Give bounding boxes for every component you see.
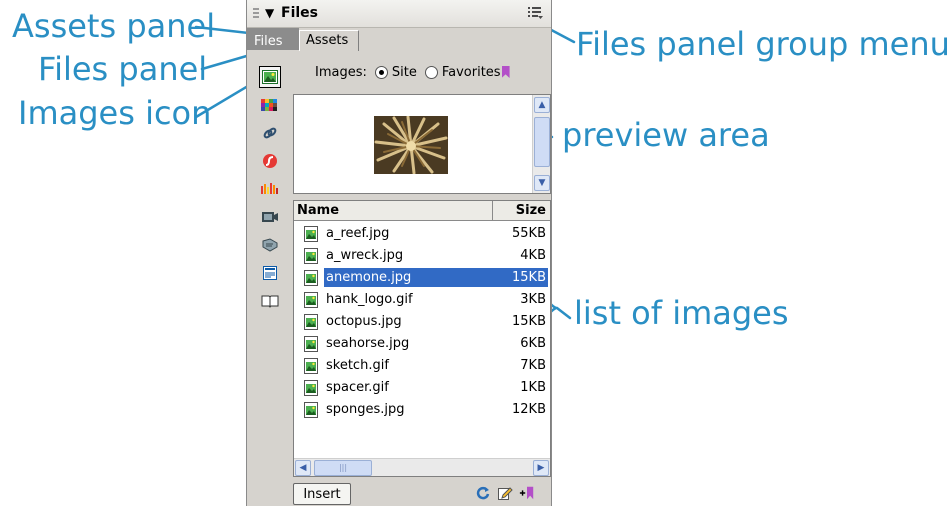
- images-icon[interactable]: [259, 66, 281, 88]
- images-scope-row: Images: Site Favorites: [315, 62, 510, 82]
- list-item[interactable]: a_reef.jpg 55KB: [294, 223, 550, 245]
- scroll-left-icon[interactable]: ◀: [295, 460, 311, 476]
- insert-button[interactable]: Insert: [293, 483, 351, 505]
- file-size: 7KB: [520, 358, 546, 373]
- file-name: sponges.jpg: [326, 402, 405, 417]
- scroll-thumb[interactable]: [534, 117, 550, 167]
- file-name: octopus.jpg: [326, 314, 402, 329]
- callout-preview-area: preview area: [562, 116, 770, 154]
- list-rows: a_reef.jpg 55KB a_wreck.jpg 4KB anemone.jpg 1…: [294, 223, 550, 421]
- image-file-icon: [304, 336, 318, 352]
- asset-category-bar: [255, 62, 285, 322]
- list-item[interactable]: sponges.jpg 12KB: [294, 399, 550, 421]
- colors-icon[interactable]: [259, 94, 281, 116]
- list-item[interactable]: spacer.gif 1KB: [294, 377, 550, 399]
- panel-bottom-bar: Insert: [247, 480, 551, 506]
- list-item[interactable]: a_wreck.jpg 4KB: [294, 245, 550, 267]
- image-file-icon: [304, 314, 318, 330]
- preview-area: ▲ ▼: [293, 94, 551, 194]
- image-file-icon: [304, 270, 318, 286]
- horizontal-scroll-thumb[interactable]: |||: [314, 460, 372, 476]
- file-size: 12KB: [512, 402, 546, 417]
- callout-assets-panel: Assets panel: [12, 7, 216, 45]
- list-item[interactable]: seahorse.jpg 6KB: [294, 333, 550, 355]
- image-file-icon: [304, 380, 318, 396]
- file-size: 6KB: [520, 336, 546, 351]
- scroll-up-icon[interactable]: ▲: [534, 97, 550, 113]
- callout-files-panel-group-menu: Files panel group menu: [576, 25, 950, 63]
- files-panel-group: ▼ Files Files Assets Images: Site Favori…: [246, 0, 552, 506]
- file-name: a_wreck.jpg: [326, 248, 404, 263]
- file-size: 4KB: [520, 248, 546, 263]
- file-name: spacer.gif: [326, 380, 389, 395]
- radio-favorites-label[interactable]: Favorites: [442, 65, 501, 80]
- radio-site-label[interactable]: Site: [392, 65, 417, 80]
- callout-list-of-images: list of images: [574, 294, 789, 332]
- scroll-right-icon[interactable]: ▶: [533, 460, 549, 476]
- file-name: seahorse.jpg: [326, 336, 410, 351]
- radio-favorites[interactable]: [424, 65, 438, 79]
- templates-icon[interactable]: [259, 262, 281, 284]
- callout-images-icon: Images icon: [18, 94, 212, 132]
- list-item[interactable]: hank_logo.gif 3KB: [294, 289, 550, 311]
- movies-icon[interactable]: [259, 206, 281, 228]
- image-file-icon: [304, 402, 318, 418]
- image-file-icon: [304, 248, 318, 264]
- edit-icon[interactable]: [497, 485, 513, 501]
- tab-files[interactable]: Files: [250, 34, 287, 50]
- file-size: 55KB: [512, 226, 546, 241]
- list-header: Name Size: [294, 201, 550, 221]
- leader-files-panel: [200, 53, 252, 71]
- images-label: Images:: [315, 64, 367, 80]
- scripts-icon[interactable]: [259, 234, 281, 256]
- image-file-icon: [304, 292, 318, 308]
- file-name: hank_logo.gif: [326, 292, 413, 307]
- grip-icon[interactable]: [253, 8, 259, 20]
- list-horizontal-scrollbar[interactable]: ◀ ||| ▶: [294, 458, 550, 476]
- list-item[interactable]: sketch.gif 7KB: [294, 355, 550, 377]
- image-list: Name Size a_reef.jpg 55KB a_wreck.jpg 4KB an…: [293, 200, 551, 477]
- shockwave-icon[interactable]: [259, 178, 281, 200]
- file-name: anemone.jpg: [326, 270, 412, 285]
- anemone-preview-image: [374, 115, 448, 175]
- panel-tabs: Files Assets: [247, 28, 551, 51]
- scroll-down-icon[interactable]: ▼: [534, 175, 550, 191]
- list-item[interactable]: octopus.jpg 15KB: [294, 311, 550, 333]
- file-size: 15KB: [512, 270, 546, 285]
- tab-assets[interactable]: Assets: [299, 30, 359, 51]
- column-name[interactable]: Name: [297, 203, 339, 218]
- library-icon[interactable]: [259, 290, 281, 312]
- list-item[interactable]: anemone.jpg 15KB: [294, 267, 550, 289]
- radio-site[interactable]: [374, 65, 388, 79]
- preview-vertical-scrollbar[interactable]: ▲ ▼: [532, 95, 550, 193]
- file-name: a_reef.jpg: [326, 226, 390, 241]
- favorites-flag-icon: [501, 66, 510, 78]
- panel-group-menu-icon[interactable]: [527, 5, 543, 21]
- file-size: 1KB: [520, 380, 546, 395]
- flash-icon[interactable]: [259, 150, 281, 172]
- leader-list-images: [555, 306, 572, 320]
- panel-title: Files: [281, 5, 318, 21]
- column-size[interactable]: Size: [492, 201, 550, 220]
- callout-files-panel: Files panel: [38, 50, 208, 88]
- urls-icon[interactable]: [259, 122, 281, 144]
- refresh-icon[interactable]: [475, 485, 491, 501]
- image-file-icon: [304, 358, 318, 374]
- panel-titlebar[interactable]: ▼ Files: [247, 0, 551, 28]
- collapse-arrow-icon[interactable]: ▼: [265, 6, 274, 20]
- file-name: sketch.gif: [326, 358, 389, 373]
- file-size: 3KB: [520, 292, 546, 307]
- image-file-icon: [304, 226, 318, 242]
- add-to-favorites-icon[interactable]: [519, 485, 535, 501]
- file-size: 15KB: [512, 314, 546, 329]
